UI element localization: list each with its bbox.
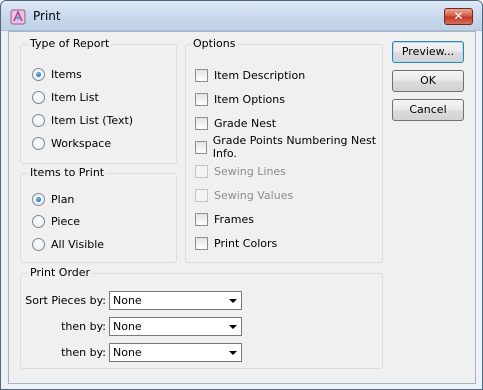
then-by-select-1[interactable]: None — [109, 317, 242, 336]
check-frames[interactable]: Frames — [195, 211, 254, 227]
checkbox-indicator — [195, 68, 208, 82]
chevron-down-icon — [229, 299, 237, 303]
check-grade-nest-label: Grade Nest — [214, 116, 277, 130]
radio-indicator — [32, 136, 45, 150]
radio-items[interactable]: Items — [32, 66, 82, 82]
check-grade-points-numbering[interactable]: Grade Points Numbering Nest Info. — [195, 134, 382, 160]
checkbox-indicator — [195, 236, 208, 250]
radio-plan[interactable]: Plan — [32, 191, 74, 207]
dialog-body: Type of Report Items Item List Item List… — [8, 31, 476, 384]
then-by-value-1: None — [113, 320, 142, 333]
check-grade-points-numbering-label: Grade Points Numbering Nest Info. — [212, 134, 377, 160]
ok-button[interactable]: OK — [392, 70, 464, 92]
cancel-button[interactable]: Cancel — [392, 99, 464, 121]
radio-item-list-text[interactable]: Item List (Text) — [32, 112, 133, 128]
options-title: Options — [191, 37, 238, 50]
checkbox-indicator — [195, 140, 207, 154]
close-icon: ✕ — [453, 9, 464, 23]
check-sewing-lines-label: Sewing Lines — [214, 164, 286, 178]
radio-indicator — [32, 237, 45, 251]
check-frames-label: Frames — [214, 212, 255, 226]
radio-plan-label: Plan — [51, 192, 75, 206]
then-by-label-2: then by: — [61, 346, 106, 359]
check-print-colors[interactable]: Print Colors — [195, 235, 277, 251]
sort-pieces-select[interactable]: None — [109, 291, 242, 310]
then-by-value-2: None — [113, 346, 142, 359]
radio-indicator — [32, 214, 45, 228]
checkbox-indicator — [195, 212, 208, 226]
then-by-select-2[interactable]: None — [109, 343, 242, 362]
then-by-label-1: then by: — [61, 320, 106, 333]
check-item-description-label: Item Description — [214, 68, 306, 82]
radio-indicator — [32, 90, 45, 104]
report-type-title: Type of Report — [28, 37, 112, 50]
radio-all-visible[interactable]: All Visible — [32, 236, 104, 252]
close-button[interactable]: ✕ — [444, 8, 473, 25]
radio-indicator — [32, 113, 45, 127]
checkbox-indicator — [195, 164, 208, 178]
print-app-icon — [10, 9, 26, 25]
check-print-colors-label: Print Colors — [214, 236, 278, 250]
check-sewing-values[interactable]: Sewing Values — [195, 187, 293, 203]
checkbox-indicator — [195, 188, 208, 202]
check-item-options[interactable]: Item Options — [195, 91, 285, 107]
print-order-title: Print Order — [28, 266, 93, 279]
report-type-group: Type of Report Items Item List Item List… — [20, 37, 177, 164]
radio-indicator — [32, 67, 45, 81]
radio-item-list[interactable]: Item List — [32, 89, 99, 105]
check-sewing-values-label: Sewing Values — [214, 188, 294, 202]
check-sewing-lines[interactable]: Sewing Lines — [195, 163, 286, 179]
radio-workspace[interactable]: Workspace — [32, 135, 111, 151]
radio-workspace-label: Workspace — [51, 136, 112, 150]
checkbox-indicator — [195, 116, 208, 130]
radio-piece-label: Piece — [51, 214, 81, 228]
sort-pieces-value: None — [113, 294, 142, 307]
sort-pieces-label: Sort Pieces by: — [25, 294, 106, 307]
chevron-down-icon — [229, 351, 237, 355]
chevron-down-icon — [229, 325, 237, 329]
preview-button[interactable]: Preview... — [392, 41, 464, 63]
check-grade-nest[interactable]: Grade Nest — [195, 115, 276, 131]
radio-indicator — [32, 192, 45, 206]
options-group: Options Item Description Item Options Gr… — [185, 37, 383, 263]
check-item-description[interactable]: Item Description — [195, 67, 305, 83]
checkbox-indicator — [195, 92, 208, 106]
radio-items-label: Items — [51, 67, 82, 81]
radio-all-visible-label: All Visible — [51, 237, 105, 251]
window-title: Print — [33, 9, 61, 23]
check-item-options-label: Item Options — [214, 92, 285, 106]
print-dialog: Print ✕ Type of Report Items Item List I… — [0, 0, 483, 390]
print-order-group: Print Order Sort Pieces by: None then by… — [20, 266, 383, 369]
title-bar[interactable]: Print ✕ — [1, 1, 482, 31]
items-to-print-title: Items to Print — [28, 166, 107, 179]
items-to-print-group: Items to Print Plan Piece All Visible — [20, 166, 177, 263]
radio-item-list-text-label: Item List (Text) — [51, 113, 134, 127]
radio-piece[interactable]: Piece — [32, 213, 80, 229]
radio-item-list-label: Item List — [51, 90, 99, 104]
